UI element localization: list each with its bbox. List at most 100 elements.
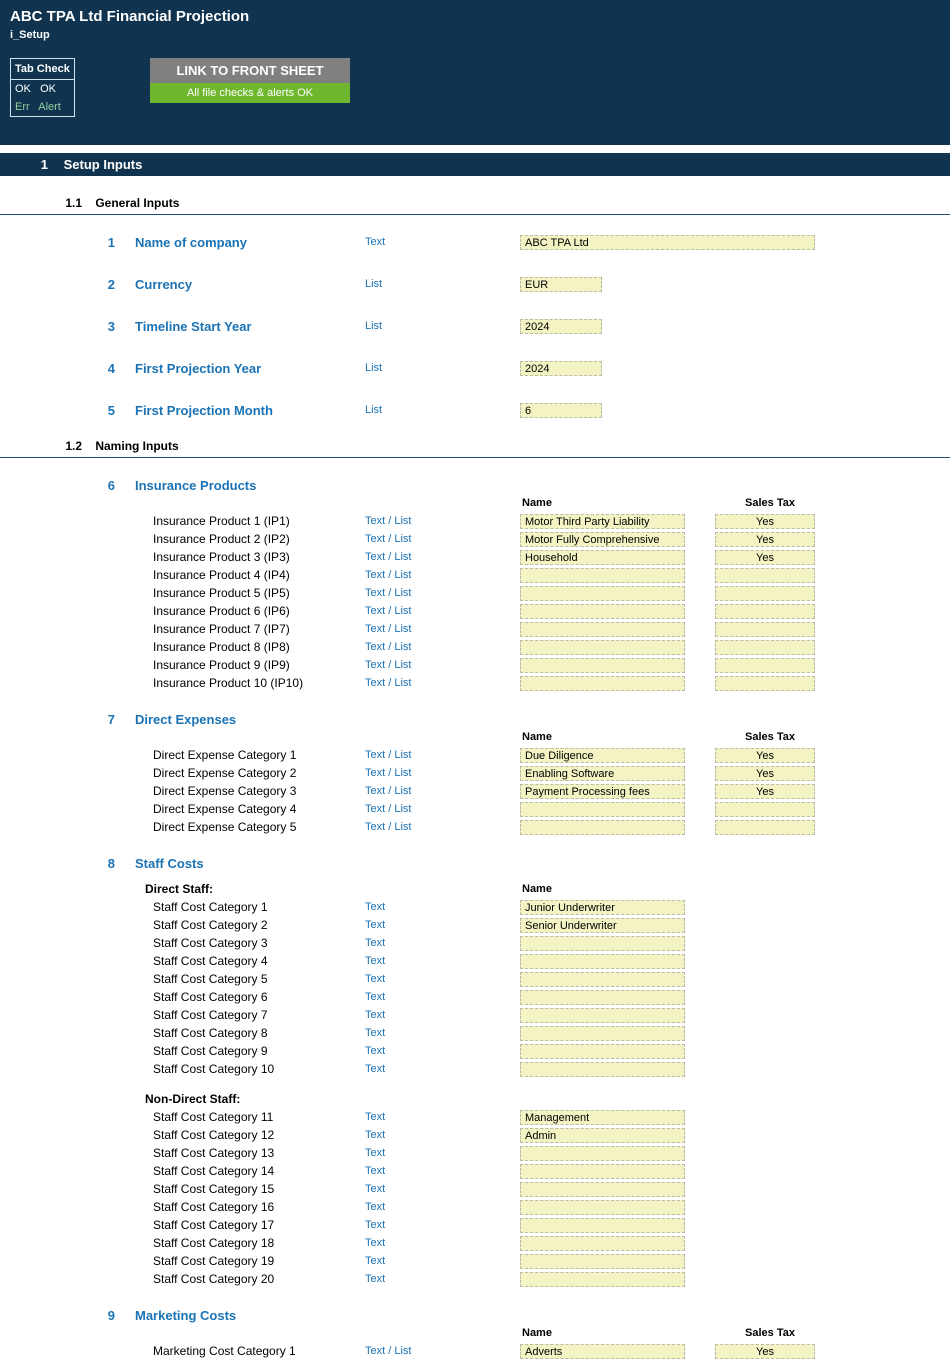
list-row-name-input[interactable] <box>520 990 685 1005</box>
list-row-label: Staff Cost Category 12 <box>135 1128 365 1142</box>
list-row-name-input[interactable]: Junior Underwriter <box>520 900 685 915</box>
list-row-tax-input[interactable] <box>715 658 815 673</box>
list-row-type: Text <box>365 1045 520 1057</box>
list-row-name-input[interactable] <box>520 640 685 655</box>
list-row-name-input[interactable] <box>520 1272 685 1287</box>
general-row-type: List <box>365 404 520 416</box>
list-row-name-input[interactable]: Motor Fully Comprehensive <box>520 532 685 547</box>
list-row-label: Staff Cost Category 3 <box>135 936 365 950</box>
insurance-header-row: Name Sales Tax <box>0 494 950 512</box>
list-row-type: Text / List <box>365 623 520 635</box>
list-row-tax-input[interactable] <box>715 802 815 817</box>
list-row-name-input[interactable] <box>520 586 685 601</box>
general-row-input[interactable]: 6 <box>520 403 602 418</box>
list-row-name-input[interactable] <box>520 802 685 817</box>
subsection-1-1: 1.1 General Inputs <box>0 190 950 215</box>
tab-check-err: Err <box>15 101 30 113</box>
list-row-name-input[interactable] <box>520 820 685 835</box>
list-row-tax-input[interactable]: Yes <box>715 550 815 565</box>
list-row-label: Staff Cost Category 17 <box>135 1218 365 1232</box>
list-row-name-input[interactable] <box>520 1164 685 1179</box>
group-direct-title: Direct Expenses <box>135 712 365 727</box>
list-row: Staff Cost Category 6Text <box>0 988 950 1006</box>
general-row-input[interactable]: 2024 <box>520 361 602 376</box>
list-row-type: Text <box>365 1129 520 1141</box>
general-row-type: List <box>365 278 520 290</box>
list-row-name-input[interactable] <box>520 1200 685 1215</box>
link-front-sheet[interactable]: LINK TO FRONT SHEET <box>150 58 350 83</box>
list-row: Staff Cost Category 1TextJunior Underwri… <box>0 898 950 916</box>
list-row-name-input[interactable] <box>520 1062 685 1077</box>
list-row: Staff Cost Category 8Text <box>0 1024 950 1042</box>
list-row-name-input[interactable] <box>520 1236 685 1251</box>
list-row-type: Text <box>365 937 520 949</box>
list-row-tax-input[interactable]: Yes <box>715 514 815 529</box>
list-row-name-input[interactable] <box>520 622 685 637</box>
sub-1-1-num: 1.1 <box>0 196 92 210</box>
list-row-name-input[interactable] <box>520 1044 685 1059</box>
general-row-label: Timeline Start Year <box>135 319 365 334</box>
list-row-label: Staff Cost Category 14 <box>135 1164 365 1178</box>
list-row-type: Text / List <box>365 1345 520 1357</box>
list-row-tax-input[interactable] <box>715 604 815 619</box>
list-row-name-input[interactable]: Enabling Software <box>520 766 685 781</box>
list-row-name-input[interactable]: Payment Processing fees <box>520 784 685 799</box>
list-row: Direct Expense Category 1Text / ListDue … <box>0 746 950 764</box>
general-row-input[interactable]: EUR <box>520 277 602 292</box>
list-row-name-input[interactable] <box>520 1218 685 1233</box>
general-row: 2CurrencyListEUR <box>0 275 950 293</box>
list-row-name-input[interactable] <box>520 1254 685 1269</box>
list-row-tax-input[interactable]: Yes <box>715 748 815 763</box>
list-row-name-input[interactable]: Management <box>520 1110 685 1125</box>
list-row-label: Insurance Product 7 (IP7) <box>135 622 365 636</box>
list-row-tax-input[interactable] <box>715 676 815 691</box>
list-row-type: Text / List <box>365 551 520 563</box>
section-1-num: 1 <box>0 157 60 172</box>
list-row-label: Insurance Product 4 (IP4) <box>135 568 365 582</box>
list-row-label: Direct Expense Category 3 <box>135 784 365 798</box>
list-row-name-input[interactable] <box>520 604 685 619</box>
general-row-input[interactable]: ABC TPA Ltd <box>520 235 815 250</box>
list-row: Insurance Product 1 (IP1)Text / ListMoto… <box>0 512 950 530</box>
list-row-name-input[interactable]: Admin <box>520 1128 685 1143</box>
direct-header-row: Name Sales Tax <box>0 728 950 746</box>
list-row-type: Text <box>365 1237 520 1249</box>
list-row-tax-input[interactable]: Yes <box>715 1344 815 1359</box>
list-row-name-input[interactable] <box>520 658 685 673</box>
list-row-name-input[interactable] <box>520 1008 685 1023</box>
group-marketing-num: 9 <box>0 1308 135 1323</box>
list-row-name-input[interactable]: Senior Underwriter <box>520 918 685 933</box>
doc-subtitle: i_Setup <box>10 29 940 41</box>
list-row-label: Staff Cost Category 10 <box>135 1062 365 1076</box>
list-row-name-input[interactable] <box>520 1182 685 1197</box>
list-row-name-input[interactable]: Household <box>520 550 685 565</box>
list-row-label: Insurance Product 5 (IP5) <box>135 586 365 600</box>
list-row-label: Staff Cost Category 19 <box>135 1254 365 1268</box>
list-row: Insurance Product 10 (IP10)Text / List <box>0 674 950 692</box>
list-row-type: Text <box>365 901 520 913</box>
general-row-type: Text <box>365 236 520 248</box>
tab-check-box: Tab Check OK OK Err Alert <box>10 58 75 117</box>
list-row-tax-input[interactable]: Yes <box>715 784 815 799</box>
list-row-tax-input[interactable]: Yes <box>715 766 815 781</box>
list-row-name-input[interactable] <box>520 936 685 951</box>
list-row-name-input[interactable] <box>520 954 685 969</box>
list-row-type: Text / List <box>365 785 520 797</box>
list-row-type: Text / List <box>365 821 520 833</box>
list-row-tax-input[interactable] <box>715 640 815 655</box>
general-row-input[interactable]: 2024 <box>520 319 602 334</box>
list-row-name-input[interactable]: Motor Third Party Liability <box>520 514 685 529</box>
list-row-tax-input[interactable] <box>715 622 815 637</box>
list-row-name-input[interactable]: Due Diligence <box>520 748 685 763</box>
list-row-name-input[interactable] <box>520 1026 685 1041</box>
list-row-tax-input[interactable] <box>715 568 815 583</box>
list-row-name-input[interactable] <box>520 568 685 583</box>
list-row-name-input[interactable] <box>520 1146 685 1161</box>
list-row-name-input[interactable]: Adverts <box>520 1344 685 1359</box>
list-row-name-input[interactable] <box>520 676 685 691</box>
list-row-tax-input[interactable] <box>715 586 815 601</box>
list-row-tax-input[interactable] <box>715 820 815 835</box>
list-row: Insurance Product 6 (IP6)Text / List <box>0 602 950 620</box>
list-row-tax-input[interactable]: Yes <box>715 532 815 547</box>
list-row-name-input[interactable] <box>520 972 685 987</box>
